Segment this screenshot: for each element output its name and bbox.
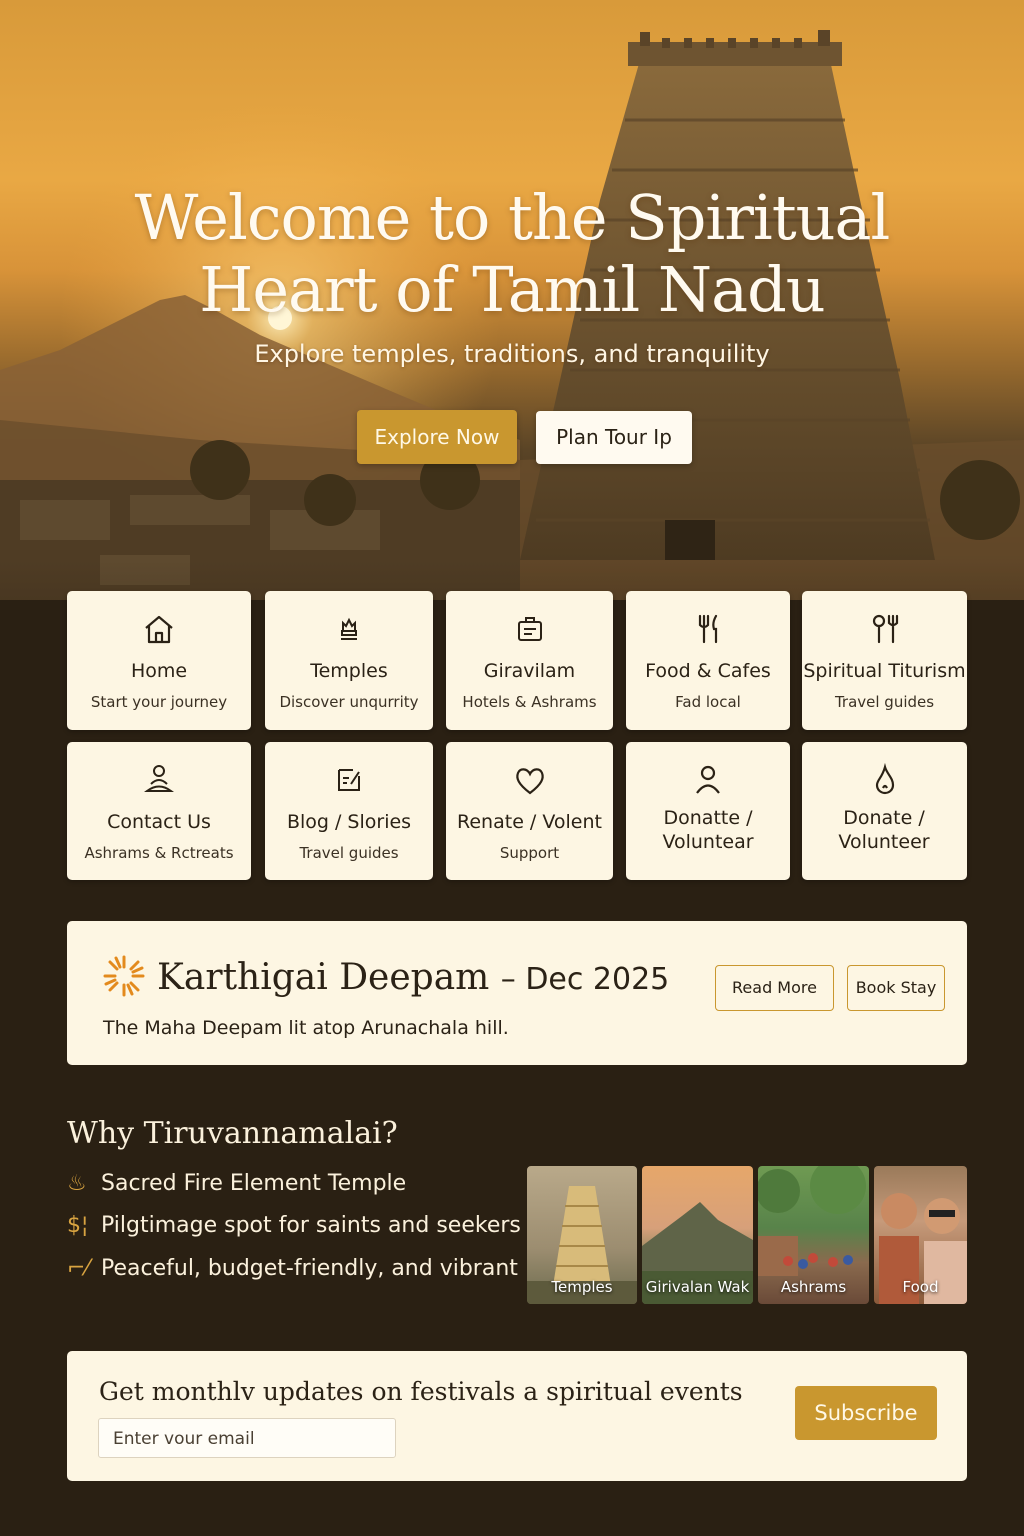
why-item: $¦ Pilgtimage spot for saints and seekers	[67, 1213, 521, 1238]
gallery-label: Ashrams	[780, 1278, 847, 1296]
nav-card-subtitle: Support	[499, 844, 560, 862]
gallery-thumb-food[interactable]: Food	[874, 1166, 967, 1304]
hero-title: Welcome to the Spiritual Heart of Tamil …	[0, 182, 1024, 326]
why-title: Why Tiruvannamalai?	[67, 1116, 398, 1151]
temple-icon	[265, 611, 433, 647]
nav-card-support[interactable]: Renate / Volent Support	[446, 742, 613, 880]
utensils-icon	[802, 611, 967, 647]
nav-card-title: Food & Cafes	[645, 660, 771, 682]
hero-title-line2: Heart of Tamil Nadu	[199, 253, 825, 326]
newsletter-section: Get monthlv updates on festivals a spiri…	[67, 1351, 967, 1481]
newsletter-heading: Get monthlv updates on festivals a spiri…	[99, 1377, 743, 1406]
nav-card-home[interactable]: Home Start your journey	[67, 591, 251, 730]
hero-section: Welcome to the Spiritual Heart of Tamil …	[0, 0, 1024, 600]
nav-card-title: Home	[130, 660, 188, 682]
gallery-thumb-girivalam[interactable]: Girivalan Wak	[642, 1166, 753, 1304]
home-icon	[67, 611, 251, 647]
event-description: The Maha Deepam lit atop Arunachala hill…	[103, 1017, 509, 1039]
nav-card-temples[interactable]: Temples Discover unqurrity	[265, 591, 433, 730]
nav-card-title: Donatte / Voluntear	[662, 807, 754, 853]
nav-card-subtitle: Start your journey	[90, 693, 228, 711]
dollar-icon: $¦	[67, 1213, 89, 1238]
hotel-icon	[446, 611, 613, 647]
heart-icon	[446, 762, 613, 798]
hero-subtitle: Explore temples, traditions, and tranqui…	[254, 340, 770, 368]
nav-card-title: Giravilam	[483, 660, 576, 682]
event-date: – Dec 2025	[500, 962, 670, 997]
nav-card-title: Renate / Volent	[457, 811, 602, 833]
event-banner: Karthigai Deepam – Dec 2025 The Maha Dee…	[67, 921, 967, 1065]
sun-icon	[103, 955, 145, 997]
nav-card-title: Spiritual Titurism	[803, 660, 966, 682]
why-item: ♨ Sacred Fire Element Temple	[67, 1171, 406, 1196]
hero-title-line1: Welcome to the Spiritual	[134, 181, 891, 254]
subscribe-button[interactable]: Subscribe	[795, 1386, 937, 1440]
email-input[interactable]: Enter vour email	[98, 1418, 396, 1458]
explore-now-button[interactable]: Explore Now	[357, 410, 517, 464]
event-title: Karthigai Deepam – Dec 2025	[157, 957, 669, 998]
plan-tour-button[interactable]: Plan Tour Ip	[536, 411, 692, 464]
nav-card-donate[interactable]: Donate / Volunteer	[802, 742, 967, 880]
walker-icon: ⌐⁄	[67, 1256, 90, 1281]
meditation-icon	[67, 762, 251, 798]
nav-card-title: Blog / Slories	[286, 811, 412, 833]
nav-card-subtitle: Discover unqurrity	[279, 693, 419, 711]
fire-icon: ♨	[67, 1171, 87, 1196]
nav-card-food[interactable]: Food & Cafes Fad local	[626, 591, 790, 730]
nav-card-subtitle: Fad local	[675, 693, 741, 711]
nav-card-title: Contact Us	[107, 811, 211, 833]
book-stay-button[interactable]: Book Stay	[847, 965, 945, 1011]
nav-card-title: Donate / Volunteer	[838, 807, 930, 853]
gallery-label: Girivalan Wak	[645, 1278, 750, 1296]
why-item-text: Pilgtimage spot for saints and seekers	[101, 1213, 521, 1238]
gallery-thumb-ashrams[interactable]: Ashrams	[758, 1166, 869, 1304]
nav-card-donate-volunteer[interactable]: Donatte / Voluntear	[626, 742, 790, 880]
nav-card-subtitle: Hotels & Ashrams	[462, 693, 597, 711]
nav-card-stays[interactable]: Giravilam Hotels & Ashrams	[446, 591, 613, 730]
fork-knife-icon	[626, 611, 790, 647]
blog-icon	[265, 762, 433, 798]
nav-card-title: Temples	[310, 660, 388, 682]
why-item: ⌐⁄ Peaceful, budget-friendly, and vibrant	[67, 1256, 518, 1281]
event-name: Karthigai Deepam	[157, 957, 490, 998]
flame-icon	[802, 762, 967, 798]
gallery-label: Temples	[551, 1278, 613, 1296]
why-item-text: Peaceful, budget-friendly, and vibrant	[101, 1256, 518, 1281]
why-item-text: Sacred Fire Element Temple	[101, 1171, 407, 1196]
gallery-thumb-temples[interactable]: Temples	[527, 1166, 637, 1304]
nav-card-blog[interactable]: Blog / Slories Travel guides	[265, 742, 433, 880]
nav-card-subtitle: Ashrams & Rctreats	[84, 844, 234, 862]
nav-card-subtitle: Travel guides	[299, 844, 399, 862]
nav-card-spiritual-tourism[interactable]: Spiritual Titurism Travel guides	[802, 591, 967, 730]
gallery-label: Food	[902, 1278, 939, 1296]
nav-card-contact[interactable]: Contact Us Ashrams & Rctreats	[67, 742, 251, 880]
nav-card-subtitle: Travel guides	[834, 693, 935, 711]
person-icon	[626, 762, 790, 798]
read-more-button[interactable]: Read More	[715, 965, 834, 1011]
